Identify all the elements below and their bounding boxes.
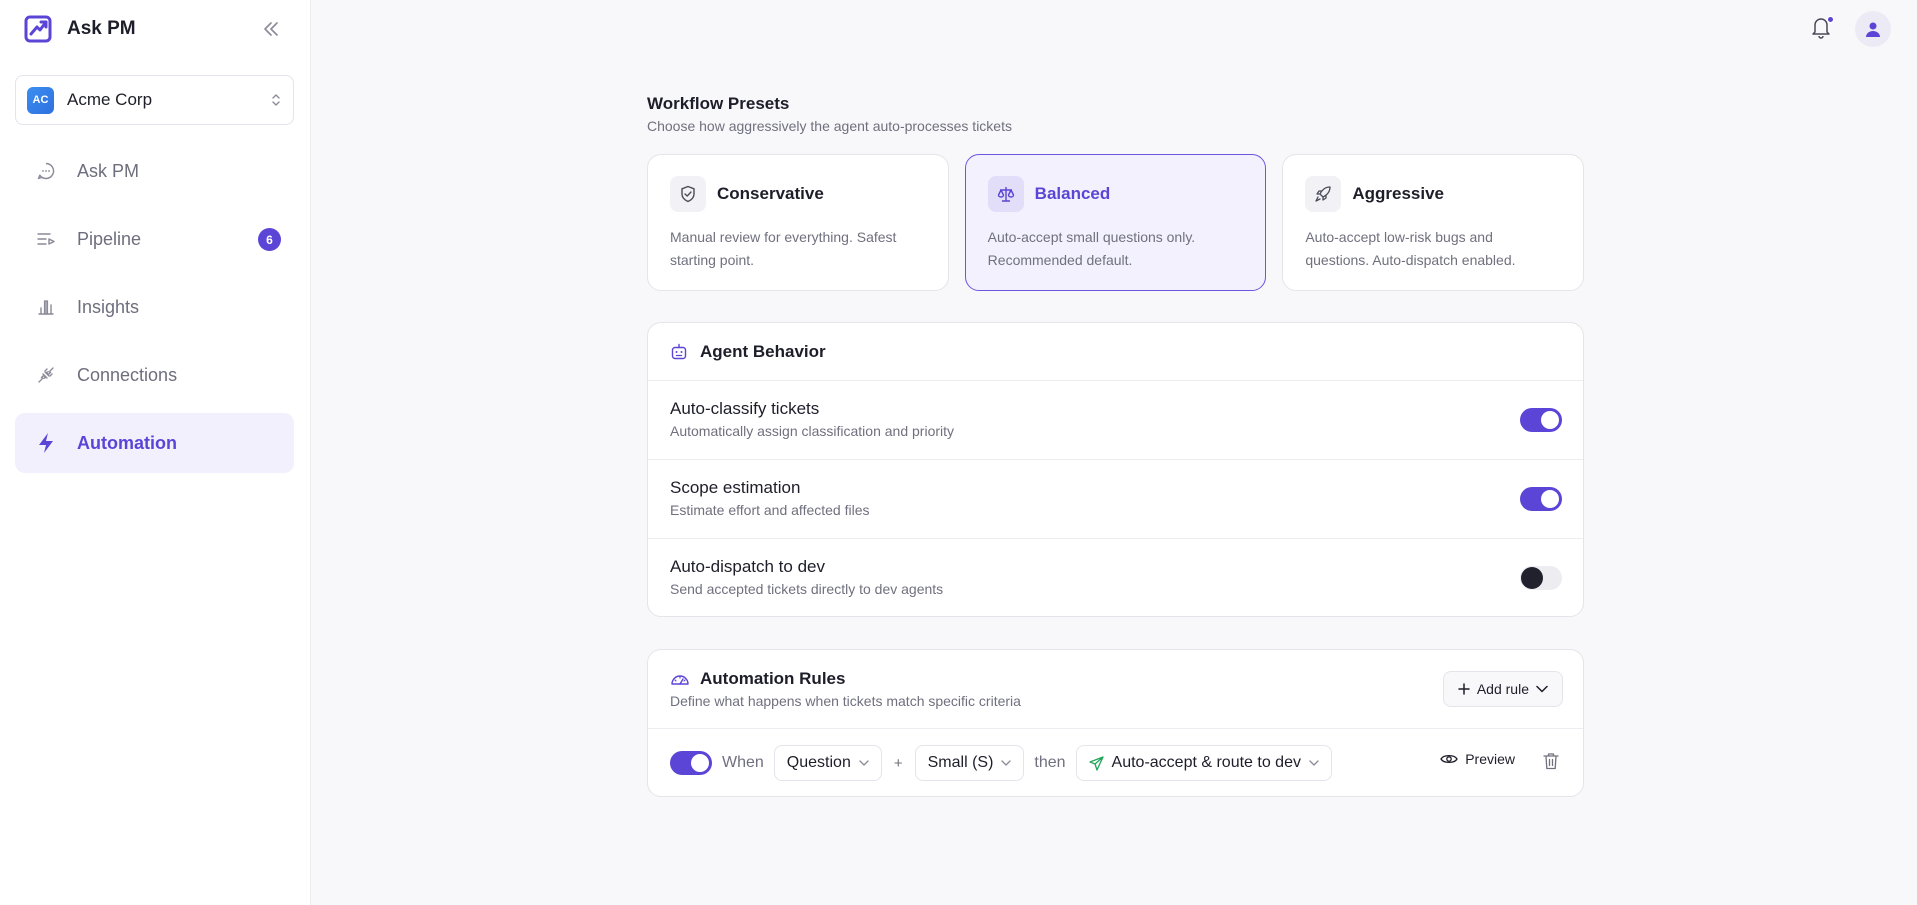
app-title: Ask PM: [67, 18, 136, 39]
preset-description: Manual review for everything. Safest sta…: [670, 229, 897, 268]
app-logo-icon: [24, 15, 52, 43]
brand[interactable]: Ask PM: [24, 14, 136, 44]
pipeline-list-icon: [35, 228, 57, 250]
user-icon: [1866, 22, 1880, 37]
chevron-down-icon: [1309, 760, 1319, 766]
sidebar-item-label: Ask PM: [77, 160, 140, 181]
plug-icon: [35, 364, 57, 386]
preset-conservative[interactable]: Conservative Manual review for everythin…: [647, 154, 949, 291]
eye-icon: [1440, 754, 1458, 764]
plus-icon: [1458, 683, 1470, 695]
chevrons-left-icon: [264, 22, 278, 36]
gauge-icon: [671, 675, 689, 685]
sidebar-nav: Ask PM Pipeline 6 Insights Connections A…: [15, 141, 294, 481]
rule-type-select[interactable]: Question: [773, 745, 882, 781]
org-selector[interactable]: AC Acme Corp: [15, 75, 294, 125]
preset-description: Auto-accept small questions only. Recomm…: [987, 229, 1196, 268]
notification-dot: [1827, 16, 1834, 23]
rule-size-value: Small (S): [927, 754, 994, 771]
setting-title: Auto-dispatch to dev: [670, 557, 825, 576]
setting-description: Automatically assign classification and …: [670, 423, 955, 439]
rule-size-select[interactable]: Small (S): [914, 745, 1025, 781]
rule-preview-button[interactable]: Preview: [1440, 751, 1515, 767]
bar-chart-icon: [35, 296, 57, 318]
org-avatar: AC: [27, 86, 54, 114]
setting-row-scope-estimation: Scope estimation Estimate effort and aff…: [648, 460, 1583, 539]
add-rule-button[interactable]: Add rule: [1442, 671, 1563, 707]
sidebar-item-label: Connections: [77, 364, 178, 385]
rule-action-value: Auto-accept & route to dev: [1111, 754, 1301, 771]
robot-icon: [671, 343, 687, 359]
chevron-up-down-icon: [272, 94, 280, 106]
rule-type-value: Question: [786, 754, 851, 771]
lightning-icon: [35, 432, 57, 454]
preset-description: Auto-accept low-risk bugs and questions.…: [1305, 229, 1516, 268]
presets-title: Workflow Presets: [647, 94, 790, 113]
sidebar-item-label: Automation: [77, 432, 177, 453]
rule-enabled-toggle[interactable]: [670, 751, 712, 775]
rule-when-label: When: [722, 754, 764, 771]
rocket-icon: [1305, 176, 1342, 212]
sidebar: Ask PM AC Acme Corp Ask PM Pipeline 6 In…: [0, 0, 311, 905]
sidebar-item-pipeline[interactable]: Pipeline 6: [15, 209, 294, 269]
setting-row-auto-dispatch: Auto-dispatch to dev Send accepted ticke…: [648, 539, 1583, 618]
rule-delete-button[interactable]: [1543, 752, 1559, 775]
presets-subtitle: Choose how aggressively the agent auto-p…: [647, 118, 1012, 134]
agent-behavior-title: Agent Behavior: [700, 341, 826, 361]
rule-plus-separator: +: [893, 754, 903, 772]
shield-check-icon: [670, 176, 706, 212]
preset-balanced[interactable]: Balanced Auto-accept small questions onl…: [964, 154, 1267, 291]
preset-aggressive[interactable]: Aggressive Auto-accept low-risk bugs and…: [1282, 154, 1585, 291]
setting-row-auto-classify: Auto-classify tickets Automatically assi…: [648, 381, 1583, 460]
auto-classify-toggle[interactable]: [1520, 408, 1562, 432]
trash-icon: [1543, 753, 1559, 770]
notifications-button[interactable]: [1810, 15, 1834, 41]
setting-description: Send accepted tickets directly to dev ag…: [670, 581, 944, 597]
sidebar-item-automation[interactable]: Automation: [15, 413, 294, 473]
rule-preview-label: Preview: [1465, 751, 1515, 767]
chevron-down-icon: [1536, 685, 1548, 693]
chat-bubble-icon: [35, 160, 57, 182]
scale-icon: [987, 176, 1024, 212]
preset-name: Conservative: [717, 184, 824, 203]
setting-title: Scope estimation: [670, 478, 801, 497]
rule-then-label: then: [1034, 754, 1066, 771]
rule-row: When Question + Small (S) then Auto-acce…: [648, 729, 1583, 797]
org-name: Acme Corp: [67, 90, 153, 109]
sidebar-item-connections[interactable]: Connections: [15, 345, 294, 405]
preset-list: Conservative Manual review for everythin…: [647, 154, 1585, 291]
sidebar-item-insights[interactable]: Insights: [15, 277, 294, 337]
preset-name: Aggressive: [1352, 184, 1445, 203]
add-rule-label: Add rule: [1476, 681, 1529, 697]
chevron-down-icon: [859, 760, 869, 766]
user-avatar[interactable]: [1855, 11, 1891, 47]
auto-dispatch-toggle[interactable]: [1520, 566, 1562, 590]
agent-behavior-card: Agent Behavior Auto-classify tickets Aut…: [647, 322, 1584, 617]
setting-description: Estimate effort and affected files: [670, 502, 870, 518]
sidebar-item-label: Pipeline: [77, 228, 142, 249]
setting-title: Auto-classify tickets: [670, 399, 820, 418]
collapse-sidebar-button[interactable]: [260, 18, 282, 40]
sidebar-item-label: Insights: [77, 296, 140, 317]
automation-rules-title: Automation Rules: [700, 669, 846, 688]
chevron-down-icon: [1001, 760, 1012, 766]
sidebar-item-ask-pm[interactable]: Ask PM: [15, 141, 294, 201]
pipeline-count-badge: 6: [258, 228, 281, 251]
send-icon: [1088, 755, 1104, 771]
automation-rules-card: Automation Rules Define what happens whe…: [647, 649, 1584, 797]
automation-rules-subtitle: Define what happens when tickets match s…: [670, 693, 1021, 709]
scope-estimation-toggle[interactable]: [1520, 487, 1562, 511]
preset-name: Balanced: [1034, 184, 1111, 203]
rule-action-select[interactable]: Auto-accept & route to dev: [1075, 745, 1332, 781]
